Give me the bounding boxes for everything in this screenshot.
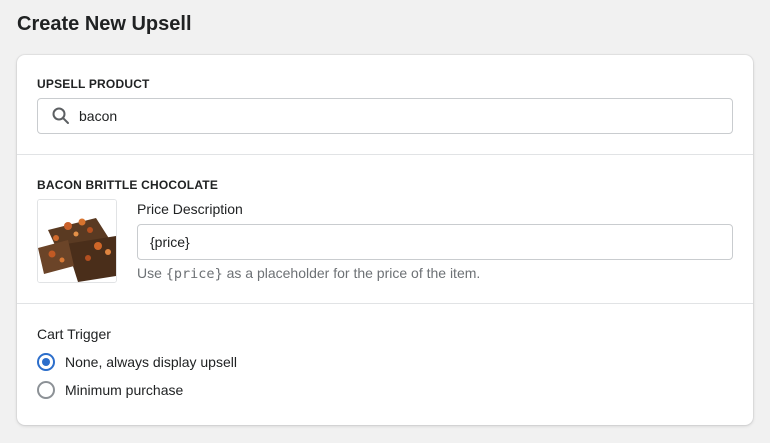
search-icon bbox=[52, 107, 69, 124]
radio-button-unchecked[interactable] bbox=[37, 381, 55, 399]
upsell-product-label: UPSELL PRODUCT bbox=[37, 77, 150, 91]
cart-trigger-label: Cart Trigger bbox=[37, 326, 111, 342]
product-image bbox=[37, 199, 117, 283]
price-description-input[interactable] bbox=[150, 227, 720, 257]
help-suffix: as a placeholder for the price of the it… bbox=[222, 265, 481, 281]
product-name: BACON BRITTLE CHOCOLATE bbox=[37, 178, 219, 192]
price-description-label: Price Description bbox=[137, 201, 243, 217]
help-prefix: Use bbox=[137, 265, 166, 281]
radio-option-minimum-purchase[interactable]: Minimum purchase bbox=[37, 381, 183, 399]
radio-button-checked[interactable] bbox=[37, 353, 55, 371]
price-description-field[interactable] bbox=[137, 224, 733, 260]
price-placeholder-code: {price} bbox=[165, 266, 223, 282]
section-divider bbox=[17, 154, 753, 155]
page-title: Create New Upsell bbox=[17, 13, 192, 35]
radio-option-label: None, always display upsell bbox=[65, 354, 237, 370]
radio-option-always-display[interactable]: None, always display upsell bbox=[37, 353, 237, 371]
price-description-help: Use {price} as a placeholder for the pri… bbox=[137, 265, 480, 282]
section-divider bbox=[17, 303, 753, 304]
product-search-input[interactable] bbox=[79, 101, 679, 131]
upsell-form-card: UPSELL PRODUCT BACON BRITTLE CHOCOLATE bbox=[17, 55, 753, 425]
product-search-field[interactable] bbox=[37, 98, 733, 134]
radio-option-label: Minimum purchase bbox=[65, 382, 184, 398]
